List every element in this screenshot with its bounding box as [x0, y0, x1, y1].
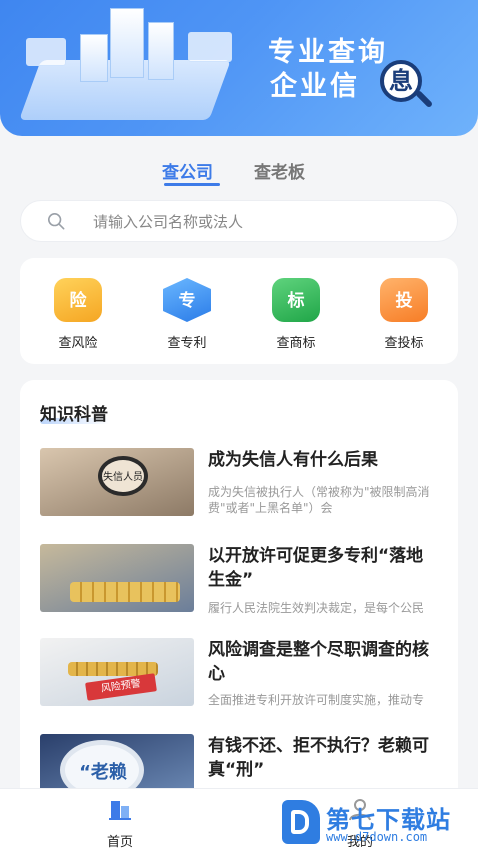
article-title: 有钱不还、拒不执行？老赖可真“刑” [208, 736, 429, 780]
article-title: 风险调查是整个尽职调查的核心 [208, 640, 429, 684]
circle-icon: 标 [272, 278, 320, 322]
active-tab-indicator [164, 183, 220, 186]
search-bar[interactable] [20, 200, 458, 242]
action-label: 查风险 [58, 336, 98, 351]
hexagon-icon: 专 [163, 278, 211, 322]
article-summary: 成为失信被执行人（常被称为"被限制高消费"或者"上黑名单"）会 [208, 485, 430, 515]
shield-icon: 险 [54, 278, 102, 322]
article-thumbnail: 失信人员 [40, 448, 194, 516]
action-label: 查投标 [384, 336, 424, 351]
nav-home-label: 首页 [106, 835, 133, 850]
hero-banner: 专业查询 企业信 息 [0, 0, 478, 136]
banner-building [80, 34, 108, 82]
search-tabs: 查公司 查老板 [0, 156, 478, 186]
banner-screen [26, 38, 66, 66]
building-icon [109, 801, 131, 820]
action-check-bid[interactable]: 投 查投标 [364, 278, 444, 351]
article-summary: 履行人民法院生效判决裁定，是每个公民应尽的义务 [208, 601, 425, 615]
tab-company[interactable]: 查公司 [162, 158, 213, 183]
search-icon [47, 212, 65, 230]
tab-boss[interactable]: 查老板 [254, 158, 305, 183]
action-check-patent[interactable]: 专 查专利 [147, 278, 227, 351]
action-label: 查商标 [276, 336, 316, 351]
article-item[interactable]: 以开放许可促更多专利“落地生金” 履行人民法院生效判决裁定，是每个公民应尽的义务 [40, 544, 440, 624]
action-check-trademark[interactable]: 标 查商标 [256, 278, 336, 351]
banner-building [148, 22, 174, 80]
banner-slogan-highlight: 息 [389, 67, 413, 95]
section-title: 知识科普 [40, 405, 108, 425]
action-check-risk[interactable]: 险 查风险 [38, 278, 118, 351]
action-label: 查专利 [167, 336, 207, 351]
watermark-logo-icon [282, 800, 320, 844]
article-title: 以开放许可促更多专利“落地生金” [208, 546, 424, 590]
article-thumbnail [40, 544, 194, 612]
banner-building [110, 8, 144, 78]
article-thumbnail: 风险预警 [40, 638, 194, 706]
article-item[interactable]: 风险预警 风险调查是整个尽职调查的核心 全面推进专利开放许可制度实施，推动专利转… [40, 638, 440, 718]
banner-screen [188, 32, 232, 62]
watermark: 第七下载站 www.d7down.com [282, 798, 478, 850]
article-summary: 全面推进专利开放许可制度实施，推动专利转化运用 [208, 693, 425, 707]
article-title: 成为失信人有什么后果 [208, 450, 378, 470]
quick-actions: 险 查风险 专 查专利 标 查商标 投 查投标 [20, 258, 458, 364]
nav-home[interactable]: 首页 [80, 797, 160, 850]
article-item[interactable]: 失信人员 成为失信人有什么后果 成为失信被执行人（常被称为"被限制高消费"或者"… [40, 448, 440, 528]
watermark-url: www.d7down.com [326, 830, 428, 844]
knowledge-section: 知识科普 失信人员 成为失信人有什么后果 成为失信被执行人（常被称为"被限制高消… [20, 380, 458, 800]
square-icon: 投 [380, 278, 428, 322]
banner-slogan-line2: 企业信 [270, 71, 360, 102]
search-input[interactable] [93, 210, 433, 234]
